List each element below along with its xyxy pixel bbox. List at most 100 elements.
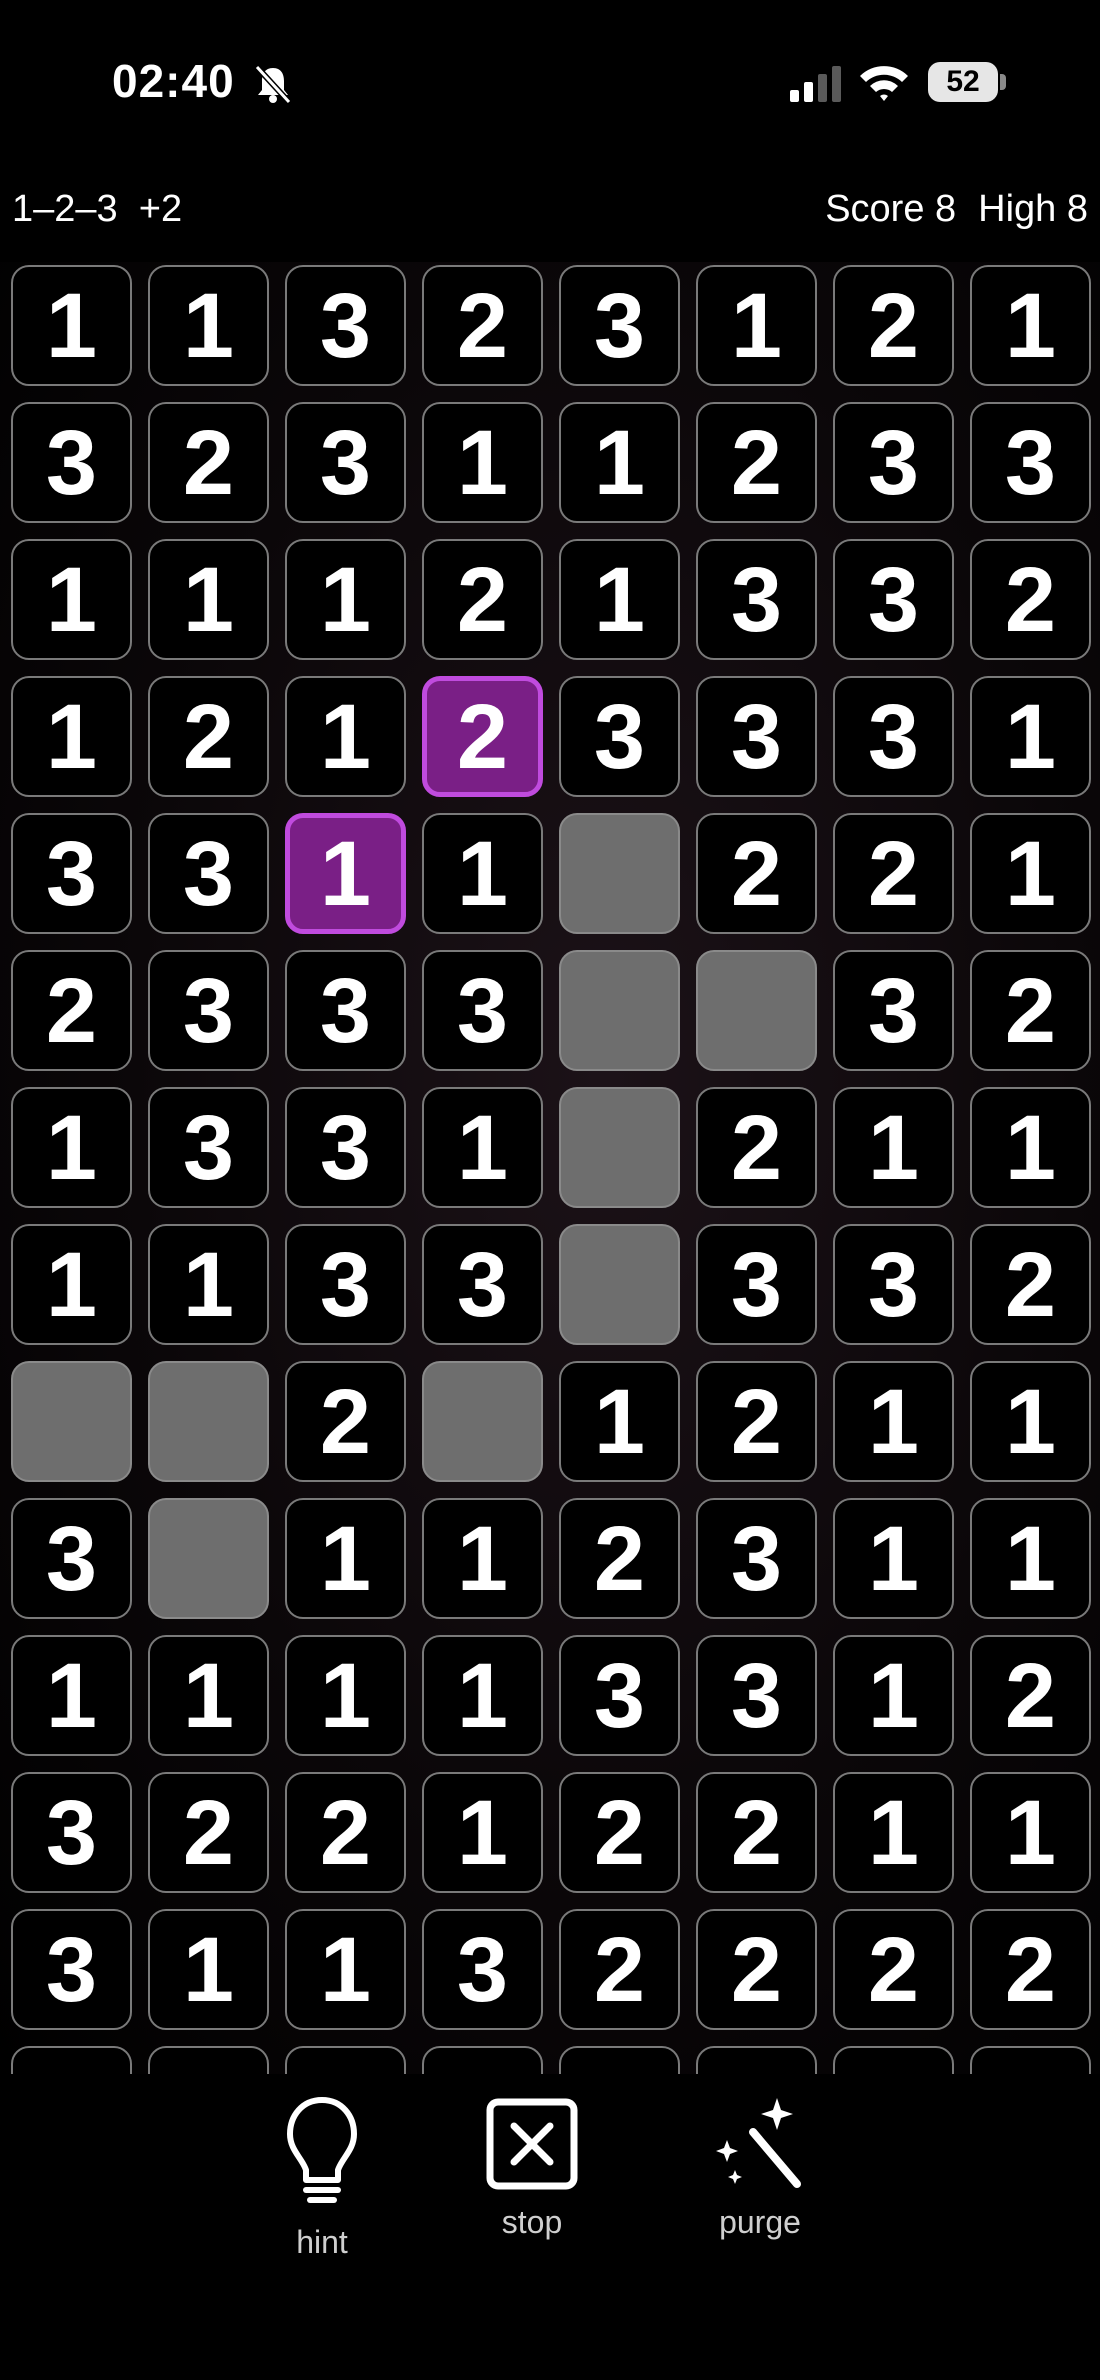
board-tile[interactable]: 3 [696,539,817,660]
board-tile[interactable]: 2 [970,1224,1091,1345]
board-tile-empty[interactable] [559,1224,680,1345]
hint-button[interactable]: hint [232,2094,412,2261]
board-tile[interactable]: 1 [833,1087,954,1208]
board-tile[interactable]: 2 [833,813,954,934]
board-tile-empty[interactable] [148,1361,269,1482]
board-tile[interactable]: 3 [11,1772,132,1893]
board-tile-empty[interactable] [696,950,817,1071]
board-tile[interactable]: 3 [559,265,680,386]
board-tile[interactable]: 3 [148,950,269,1071]
board-tile[interactable]: 3 [285,950,406,1071]
board-tile[interactable]: 2 [148,402,269,523]
board-tile[interactable]: 1 [148,265,269,386]
board-tile[interactable]: 1 [696,265,817,386]
board-tile[interactable]: 3 [696,2046,817,2074]
board-tile[interactable]: 1 [970,813,1091,934]
board-tile[interactable]: 3 [559,1635,680,1756]
board-tile[interactable]: 2 [148,1772,269,1893]
board-tile[interactable]: 3 [422,2046,543,2074]
board-tile[interactable]: 2 [696,1772,817,1893]
board-tile-empty[interactable] [148,1498,269,1619]
board-tile[interactable]: 3 [11,2046,132,2074]
board-tile[interactable]: 1 [11,1635,132,1756]
board-tile[interactable]: 1 [285,539,406,660]
board-tile-empty[interactable] [422,1361,543,1482]
board-tile[interactable]: 1 [422,1498,543,1619]
board-tile[interactable]: 3 [422,1224,543,1345]
board-tile[interactable]: 1 [970,265,1091,386]
board-tile[interactable]: 1 [833,1635,954,1756]
board-tile[interactable]: 1 [833,1498,954,1619]
board-tile[interactable]: 2 [559,1909,680,2030]
board-tile[interactable]: 3 [285,1224,406,1345]
board-tile[interactable]: 3 [559,676,680,797]
board-tile[interactable]: 1 [833,1361,954,1482]
board-tile[interactable]: 2 [559,1772,680,1893]
board-tile[interactable]: 1 [422,402,543,523]
board-tile[interactable]: 1 [422,1772,543,1893]
board-tile-empty[interactable] [559,813,680,934]
board-tile[interactable]: 2 [833,1909,954,2030]
board-tile[interactable]: 1 [148,539,269,660]
board-tile[interactable]: 3 [285,265,406,386]
board-tile[interactable]: 3 [148,813,269,934]
board-tile[interactable]: 3 [833,950,954,1071]
board-tile[interactable]: 1 [559,402,680,523]
board-tile[interactable]: 1 [970,676,1091,797]
board-tile[interactable]: 3 [833,539,954,660]
board-tile[interactable]: 1 [11,265,132,386]
board-tile[interactable]: 3 [285,402,406,523]
board-tile[interactable]: 3 [696,1498,817,1619]
board-tile[interactable]: 3 [148,1087,269,1208]
board-tile[interactable]: 2 [559,1498,680,1619]
board-tile[interactable]: 1 [11,1087,132,1208]
board-tile[interactable]: 3 [11,1909,132,2030]
board-tile[interactable]: 1 [285,1498,406,1619]
board-tile[interactable]: 2 [970,1635,1091,1756]
board-tile[interactable]: 2 [285,1772,406,1893]
board-tile-empty[interactable] [559,1087,680,1208]
board-tile[interactable]: 1 [970,1361,1091,1482]
board-tile[interactable]: 3 [833,402,954,523]
board-tile[interactable]: 2 [696,813,817,934]
board-tile[interactable]: 1 [148,1224,269,1345]
board-tile[interactable]: 1 [422,1087,543,1208]
board-tile[interactable]: 1 [11,1224,132,1345]
board-tile[interactable]: 3 [833,2046,954,2074]
board-tile[interactable]: 1 [148,1909,269,2030]
board-tile[interactable]: 1 [559,1361,680,1482]
board-tile[interactable]: 2 [970,539,1091,660]
board-tile[interactable]: 3 [422,1909,543,2030]
board-tile[interactable]: 1 [11,676,132,797]
board-tile[interactable]: 3 [833,676,954,797]
board-tile[interactable]: 1 [422,813,543,934]
board-tile[interactable]: 1 [285,1635,406,1756]
board-tile[interactable]: 2 [422,265,543,386]
board-tile[interactable]: 1 [970,2046,1091,2074]
board-tile-selected[interactable]: 1 [285,813,406,934]
board-tile[interactable]: 3 [970,402,1091,523]
board-tile-empty[interactable] [559,950,680,1071]
board-tile[interactable]: 1 [148,1635,269,1756]
board-tile[interactable]: 3 [422,950,543,1071]
board-tile[interactable]: 3 [285,2046,406,2074]
board-tile[interactable]: 1 [970,1087,1091,1208]
board-tile[interactable]: 3 [11,813,132,934]
board-tile[interactable]: 2 [11,950,132,1071]
board-tile[interactable]: 3 [285,1087,406,1208]
board-tile-empty[interactable] [11,1361,132,1482]
board-tile[interactable]: 2 [696,1087,817,1208]
board-tile[interactable]: 2 [696,402,817,523]
board-tile[interactable]: 3 [696,1224,817,1345]
board-tile[interactable]: 2 [696,1361,817,1482]
board-tile[interactable]: 2 [970,1909,1091,2030]
board-tile[interactable]: 3 [559,2046,680,2074]
board-tile[interactable]: 1 [285,676,406,797]
board-tile[interactable]: 3 [833,1224,954,1345]
board-tile[interactable]: 3 [696,1635,817,1756]
board-tile[interactable]: 2 [833,265,954,386]
board-tile[interactable]: 1 [970,1772,1091,1893]
board-tile[interactable]: 2 [148,676,269,797]
board-tile[interactable]: 3 [696,676,817,797]
board-tile[interactable]: 2 [970,950,1091,1071]
